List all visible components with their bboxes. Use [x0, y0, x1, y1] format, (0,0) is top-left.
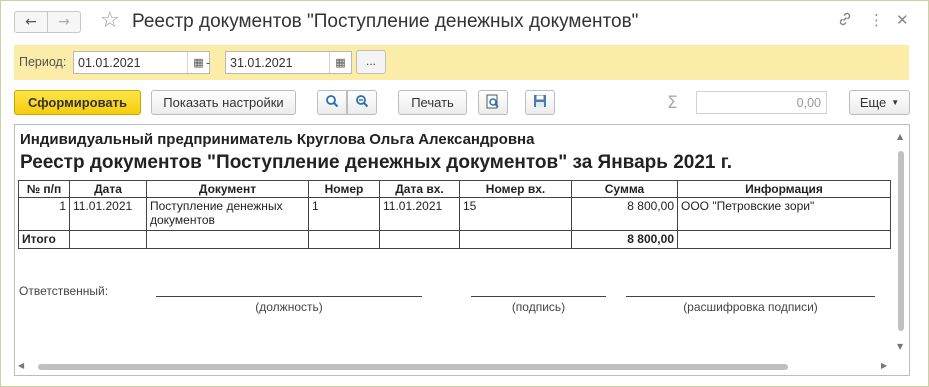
search-icon: [325, 94, 339, 111]
print-preview-icon: [486, 94, 500, 112]
column-header: Дата: [69, 180, 147, 198]
position-caption: (должность): [255, 300, 323, 314]
date-cell: 11.01.2021: [69, 197, 147, 231]
vertical-scrollbar[interactable]: [898, 151, 904, 331]
table-row[interactable]: 1 11.01.2021 Поступление денежных докуме…: [18, 197, 891, 231]
scroll-left-icon[interactable]: ◀: [18, 361, 24, 370]
link-icon[interactable]: [837, 11, 853, 31]
close-icon[interactable]: ✕: [896, 11, 909, 29]
arrow-right-icon: →: [58, 14, 70, 30]
empty-cell: [146, 230, 309, 249]
empty-cell: [379, 230, 460, 249]
save-button[interactable]: [525, 90, 555, 115]
search-refresh-button[interactable]: [347, 90, 377, 115]
choose-period-button[interactable]: ...: [356, 50, 386, 74]
empty-cell: [677, 230, 891, 249]
window-title: Реестр документов "Поступление денежных …: [132, 11, 639, 32]
amount-cell: 8 800,00: [571, 197, 678, 231]
empty-cell: [69, 230, 147, 249]
more-label: Еще: [859, 95, 887, 110]
table-header-row: № п/п Дата Документ Номер Дата вх. Номер…: [18, 180, 891, 198]
position-line: [156, 296, 422, 297]
report-table: № п/п Дата Документ Номер Дата вх. Номер…: [18, 180, 891, 249]
horizontal-scrollbar[interactable]: [38, 364, 788, 370]
signature-caption: (подпись): [511, 300, 566, 314]
column-header: Номер вх.: [459, 180, 572, 198]
column-header: Дата вх.: [379, 180, 460, 198]
period-to-value: 31.01.2021: [230, 56, 293, 70]
period-bar: Период: 01.01.2021 ▦ - 31.01.2021 ▦ ...: [14, 45, 909, 80]
incoming-number-cell: 15: [459, 197, 572, 231]
responsible-label: Ответственный:: [19, 284, 109, 298]
organization-name: Индивидуальный предприниматель Круглова …: [20, 131, 535, 148]
kebab-menu-icon[interactable]: ⋮: [869, 11, 884, 29]
column-header: Сумма: [571, 180, 678, 198]
search-clear-icon: [355, 94, 369, 111]
sum-value: 0,00: [796, 96, 821, 110]
total-label: Итого: [18, 230, 70, 249]
total-row: Итого 8 800,00: [18, 230, 891, 249]
forward-button[interactable]: →: [47, 11, 81, 33]
print-button[interactable]: Печать: [398, 90, 467, 115]
generate-button[interactable]: Сформировать: [14, 90, 141, 115]
column-header: Информация: [677, 180, 891, 198]
scroll-down-icon[interactable]: ▼: [897, 342, 903, 351]
column-header: Документ: [146, 180, 309, 198]
column-header: № п/п: [18, 180, 70, 198]
row-number-cell: 1: [18, 197, 70, 231]
period-label: Период:: [19, 55, 67, 69]
period-from-value: 01.01.2021: [78, 56, 141, 70]
period-to-field[interactable]: 31.01.2021 ▦: [225, 51, 352, 74]
signature-line: [471, 296, 606, 297]
info-cell: ООО "Петровские зори": [677, 197, 891, 231]
arrow-left-icon: ←: [25, 14, 37, 30]
report-title: Реестр документов "Поступление денежных …: [20, 152, 733, 173]
chevron-down-icon: ▼: [891, 98, 900, 107]
more-button[interactable]: Еще ▼: [849, 90, 910, 115]
report-document[interactable]: Индивидуальный предприниматель Круглова …: [14, 124, 910, 376]
scroll-up-icon[interactable]: ▲: [897, 132, 903, 141]
scroll-right-icon[interactable]: ▶: [881, 361, 887, 370]
title-bar: ← → ☆ Реестр документов "Поступление ден…: [1, 1, 928, 41]
empty-cell: [459, 230, 572, 249]
empty-cell: [308, 230, 380, 249]
report-window: ← → ☆ Реестр документов "Поступление ден…: [0, 0, 929, 387]
sum-field[interactable]: 0,00: [696, 91, 827, 114]
preview-button[interactable]: [478, 90, 508, 115]
show-settings-button[interactable]: Показать настройки: [151, 90, 296, 115]
total-amount: 8 800,00: [571, 230, 678, 249]
back-button[interactable]: ←: [14, 11, 48, 33]
calendar-icon[interactable]: ▦: [329, 52, 351, 73]
document-cell[interactable]: Поступление денежных документов: [146, 197, 309, 231]
sum-icon: Σ: [667, 93, 678, 113]
number-cell: 1: [308, 197, 380, 231]
period-separator: -: [206, 55, 211, 70]
period-from-field[interactable]: 01.01.2021 ▦: [73, 51, 210, 74]
floppy-disk-icon: [533, 94, 547, 111]
decoding-line: [626, 296, 875, 297]
column-header: Номер: [308, 180, 380, 198]
incoming-date-cell: 11.01.2021: [379, 197, 460, 231]
search-button[interactable]: [317, 90, 347, 115]
decoding-caption: (расшифровка подписи): [683, 300, 818, 314]
star-icon[interactable]: ☆: [100, 8, 120, 33]
